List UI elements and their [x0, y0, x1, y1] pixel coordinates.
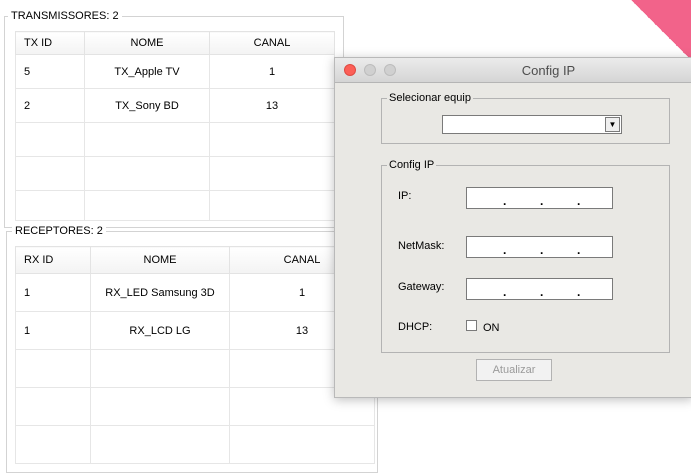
corner-ribbon	[631, 0, 691, 60]
dhcp-on-label[interactable]: ON	[483, 322, 500, 334]
ip-dot: .	[577, 243, 581, 257]
table-row-empty[interactable]	[15, 122, 335, 157]
ip-dot: .	[503, 285, 507, 299]
cell-name: TX_Sony BD	[84, 88, 210, 123]
config-ip-legend: Config IP	[387, 159, 437, 171]
select-equip-legend: Selecionar equip	[387, 92, 473, 104]
cell-rx-id: 1	[15, 273, 91, 312]
ip-dot: .	[577, 285, 581, 299]
receivers-group: RECEPTORES: 2 RX ID NOME CANAL 1 RX_LED …	[6, 225, 378, 473]
transmitters-group: TRANSMISSORES: 2 TX ID NOME CANAL 5 TX_A…	[4, 10, 344, 228]
cell-tx-id: 5	[15, 54, 85, 89]
receivers-table: RX ID NOME CANAL 1 RX_LED Samsung 3D 1 1…	[15, 246, 375, 464]
column-header-tx-id[interactable]: TX ID	[15, 31, 85, 55]
gateway-input[interactable]: . . .	[466, 278, 613, 300]
cell-name: TX_Apple TV	[84, 54, 210, 89]
cell-channel: 13	[209, 88, 335, 123]
ip-dot: .	[540, 285, 544, 299]
table-row[interactable]: 1 RX_LED Samsung 3D 1	[15, 273, 375, 312]
column-header-nome[interactable]: NOME	[90, 246, 230, 274]
select-equip-group: Selecionar equip ▼	[381, 92, 670, 144]
table-row[interactable]: 5 TX_Apple TV 1	[15, 54, 335, 89]
cell-tx-id: 2	[15, 88, 85, 123]
dhcp-label: DHCP:	[398, 321, 433, 333]
config-ip-dialog: Config IP Selecionar equip ▼ Config IP I…	[334, 57, 691, 398]
receivers-title: RECEPTORES: 2	[12, 225, 106, 237]
column-header-nome[interactable]: NOME	[84, 31, 210, 55]
column-header-canal[interactable]: CANAL	[209, 31, 335, 55]
table-header-row: TX ID NOME CANAL	[15, 31, 335, 55]
column-header-rx-id[interactable]: RX ID	[15, 246, 91, 274]
table-row-empty[interactable]	[15, 349, 375, 388]
equipment-select[interactable]: ▼	[442, 115, 622, 134]
table-row-empty[interactable]	[15, 387, 375, 426]
chevron-down-icon[interactable]: ▼	[605, 117, 620, 132]
table-row[interactable]: 2 TX_Sony BD 13	[15, 88, 335, 123]
cell-channel: 1	[209, 54, 335, 89]
transmitters-title: TRANSMISSORES: 2	[8, 10, 122, 22]
config-ip-group: Config IP IP: . . . NetMask: . . . Gatew…	[381, 159, 670, 353]
table-row-empty[interactable]	[15, 156, 335, 191]
ip-label: IP:	[398, 190, 412, 202]
dialog-titlebar[interactable]: Config IP	[335, 58, 691, 83]
ip-dot: .	[577, 194, 581, 208]
cell-rx-id: 1	[15, 311, 91, 350]
ip-address-input[interactable]: . . .	[466, 187, 613, 209]
cell-name: RX_LED Samsung 3D	[90, 273, 230, 312]
update-button[interactable]: Atualizar	[476, 359, 552, 381]
table-header-row: RX ID NOME CANAL	[15, 246, 375, 274]
table-row[interactable]: 1 RX_LCD LG 13	[15, 311, 375, 350]
transmitters-table: TX ID NOME CANAL 5 TX_Apple TV 1 2 TX_So…	[15, 31, 335, 221]
dialog-title: Config IP	[521, 63, 576, 78]
netmask-label: NetMask:	[398, 240, 445, 252]
ip-dot: .	[503, 194, 507, 208]
ip-dot: .	[540, 194, 544, 208]
dhcp-checkbox[interactable]	[466, 320, 477, 331]
table-row-empty[interactable]	[15, 190, 335, 221]
gateway-label: Gateway:	[398, 281, 445, 293]
cell-name: RX_LCD LG	[90, 311, 230, 350]
ip-dot: .	[540, 243, 544, 257]
ip-dot: .	[503, 243, 507, 257]
netmask-input[interactable]: . . .	[466, 236, 613, 258]
